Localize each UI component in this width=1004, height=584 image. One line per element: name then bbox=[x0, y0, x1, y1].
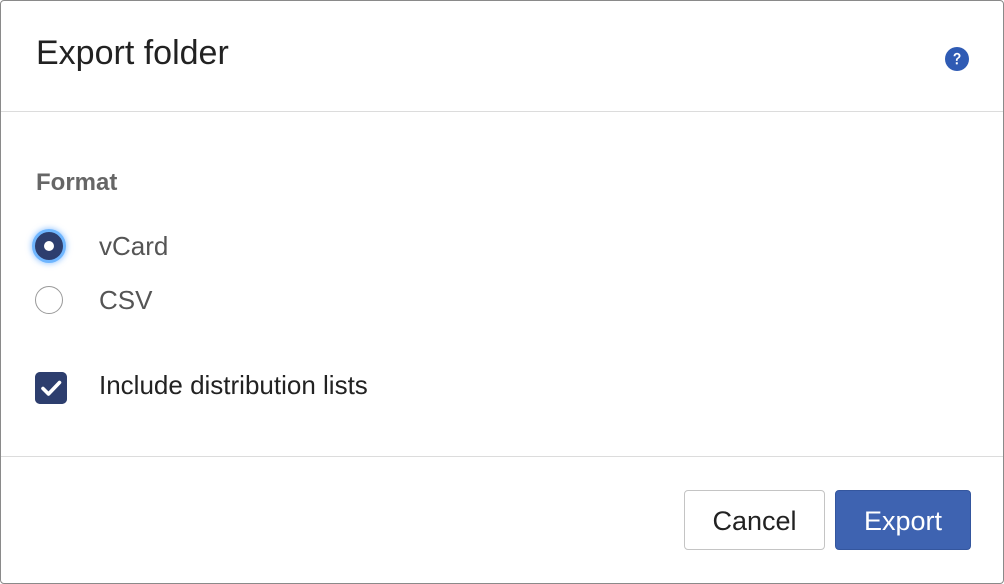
dialog-body: Format vCard CSV Include distribution li… bbox=[1, 112, 1003, 456]
include-distribution-lists-checkbox[interactable] bbox=[35, 372, 67, 404]
include-distribution-lists-label[interactable]: Include distribution lists bbox=[99, 369, 368, 401]
question-circle-icon[interactable] bbox=[945, 47, 969, 71]
export-folder-dialog: Export folder Format vCard CSV Include d… bbox=[0, 0, 1004, 584]
dialog-title: Export folder bbox=[36, 34, 229, 72]
radio-label-vcard[interactable]: vCard bbox=[99, 230, 168, 262]
export-button[interactable]: Export bbox=[835, 490, 971, 550]
dialog-footer: Cancel Export bbox=[1, 456, 1003, 583]
radio-selected-dot bbox=[44, 241, 54, 251]
radio-vcard[interactable] bbox=[35, 232, 63, 260]
dialog-header: Export folder bbox=[1, 1, 1003, 112]
cancel-button[interactable]: Cancel bbox=[684, 490, 825, 550]
radio-csv[interactable] bbox=[35, 286, 63, 314]
radio-label-csv[interactable]: CSV bbox=[99, 284, 152, 316]
format-label: Format bbox=[36, 169, 118, 196]
